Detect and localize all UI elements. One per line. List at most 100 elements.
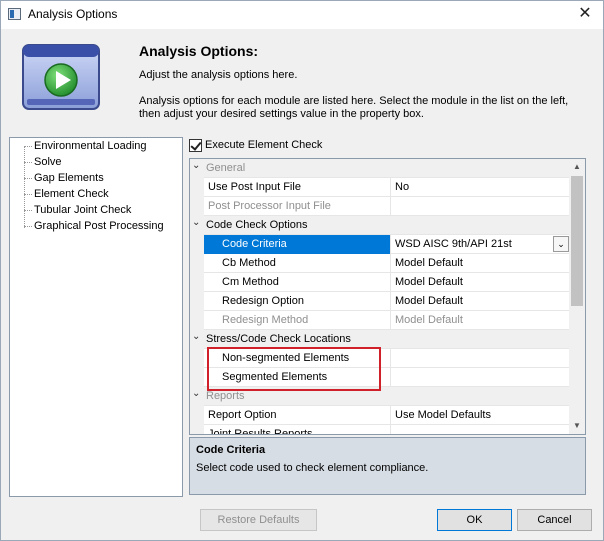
property-value[interactable]	[390, 425, 571, 434]
property-name: Segmented Elements	[222, 371, 328, 383]
grid-property-row[interactable]: Cm Method Model Default	[190, 273, 571, 292]
banner-subtitle: Adjust the analysis options here.	[139, 69, 298, 81]
header-banner: Analysis Options: Adjust the analysis op…	[9, 35, 595, 129]
help-text: Select code used to check element compli…	[196, 462, 429, 474]
help-panel: Code Criteria Select code used to check …	[189, 437, 586, 495]
property-name: Post Processor Input File	[208, 200, 331, 212]
tree-connector	[24, 162, 32, 163]
grid-property-row[interactable]: Report Option Use Model Defaults	[190, 406, 571, 425]
scroll-thumb[interactable]	[571, 176, 583, 306]
analysis-options-dialog: Analysis Options ✕ Analysis Options: Adj…	[0, 0, 604, 541]
row-gutter: ⌄	[190, 216, 204, 235]
property-value-text: Use Model Defaults	[395, 409, 491, 421]
grid-property-row[interactable]: Cb Method Model Default	[190, 254, 571, 273]
row-gutter	[190, 425, 204, 434]
cancel-button[interactable]: Cancel	[517, 509, 592, 531]
property-value-text: No	[395, 181, 410, 193]
row-gutter	[190, 197, 204, 216]
category-label: Stress/Code Check Locations	[206, 333, 351, 345]
scroll-down-icon[interactable]: ▼	[569, 418, 585, 434]
property-name: Use Post Input File	[208, 181, 301, 193]
row-gutter	[190, 235, 204, 254]
execute-element-check-checkbox[interactable]	[189, 139, 202, 152]
property-grid-scrollbar[interactable]: ▲ ▼	[569, 159, 585, 434]
property-value-text: Model Default	[395, 257, 463, 269]
play-window-icon	[22, 44, 100, 110]
grid-property-row[interactable]: Code Criteria WSD AISC 9th/API 21st ⌄	[190, 235, 571, 254]
category-label: Reports	[206, 390, 245, 402]
property-value[interactable]: Model Default	[390, 311, 571, 330]
banner-description: Analysis options for each module are lis…	[139, 95, 569, 120]
banner-title: Analysis Options:	[139, 43, 259, 59]
tree-connector	[24, 178, 32, 179]
property-value[interactable]: Use Model Defaults	[390, 406, 571, 425]
property-value-text: Model Default	[395, 276, 463, 288]
property-value[interactable]	[390, 368, 571, 387]
property-name: Redesign Option	[222, 295, 304, 307]
category-label: Code Check Options	[206, 219, 308, 231]
module-tree[interactable]: Environmental Loading Solve Gap Elements…	[9, 137, 183, 497]
title-bar: Analysis Options ✕	[1, 1, 603, 29]
property-value[interactable]: WSD AISC 9th/API 21st ⌄	[390, 235, 571, 254]
property-value[interactable]: Model Default	[390, 292, 571, 311]
row-gutter	[190, 368, 204, 387]
row-gutter	[190, 311, 204, 330]
property-name: Joint Results Reports	[208, 428, 313, 435]
property-value-text: Model Default	[395, 295, 463, 307]
grid-property-row[interactable]: Post Processor Input File	[190, 197, 571, 216]
chevron-down-icon[interactable]: ⌄	[192, 388, 200, 399]
property-name: Non-segmented Elements	[222, 352, 350, 364]
grid-category-row[interactable]: ⌄ Stress/Code Check Locations	[190, 330, 571, 349]
chevron-down-icon[interactable]: ⌄	[553, 236, 569, 252]
grid-property-row[interactable]: Non-segmented Elements	[190, 349, 571, 368]
property-name: Cm Method	[222, 276, 279, 288]
restore-defaults-button[interactable]: Restore Defaults	[200, 509, 317, 531]
tree-item-graphical-post-processing[interactable]: Graphical Post Processing	[34, 220, 164, 232]
grid-category-row[interactable]: ⌄ Reports	[190, 387, 571, 406]
property-value[interactable]	[390, 349, 571, 368]
row-gutter: ⌄	[190, 387, 204, 406]
tree-connector	[24, 226, 32, 227]
grid-property-row[interactable]: Segmented Elements	[190, 368, 571, 387]
property-value-text: WSD AISC 9th/API 21st	[395, 238, 512, 250]
row-gutter	[190, 273, 204, 292]
grid-property-row[interactable]: Joint Results Reports	[190, 425, 571, 435]
chevron-down-icon[interactable]: ⌄	[192, 217, 200, 228]
tree-item-environmental-loading[interactable]: Environmental Loading	[34, 140, 147, 152]
grid-category-row[interactable]: ⌄ Code Check Options	[190, 216, 571, 235]
close-icon[interactable]: ✕	[573, 3, 597, 25]
grid-property-row[interactable]: Use Post Input File No	[190, 178, 571, 197]
tree-item-solve[interactable]: Solve	[34, 156, 62, 168]
app-icon	[8, 8, 21, 20]
tree-item-gap-elements[interactable]: Gap Elements	[34, 172, 104, 184]
property-value-text: Model Default	[395, 314, 463, 326]
scroll-up-icon[interactable]: ▲	[569, 159, 585, 175]
grid-property-row[interactable]: Redesign Option Model Default	[190, 292, 571, 311]
tree-item-tubular-joint-check[interactable]: Tubular Joint Check	[34, 204, 131, 216]
chevron-down-icon[interactable]: ⌄	[192, 331, 200, 342]
chevron-down-icon[interactable]: ⌄	[192, 160, 200, 171]
grid-property-row[interactable]: Redesign Method Model Default	[190, 311, 571, 330]
property-value[interactable]	[390, 197, 571, 216]
property-grid[interactable]: ⌄ General Use Post Input File No Post Proces…	[189, 158, 586, 435]
tree-item-element-check[interactable]: Element Check	[34, 188, 109, 200]
tree-connector	[24, 146, 25, 228]
tree-connector	[24, 146, 32, 147]
window-title: Analysis Options	[28, 7, 118, 21]
property-value[interactable]: Model Default	[390, 254, 571, 273]
row-gutter	[190, 254, 204, 273]
row-gutter	[190, 178, 204, 197]
ok-button[interactable]: OK	[437, 509, 512, 531]
property-name: Redesign Method	[222, 314, 309, 326]
execute-element-check-label: Execute Element Check	[205, 139, 323, 151]
row-gutter	[190, 349, 204, 368]
grid-category-row[interactable]: ⌄ General	[190, 159, 571, 178]
property-value[interactable]: Model Default	[390, 273, 571, 292]
tree-connector	[24, 210, 32, 211]
property-name: Code Criteria	[222, 238, 287, 250]
row-gutter	[190, 292, 204, 311]
property-value[interactable]: No	[390, 178, 571, 197]
tree-connector	[24, 194, 32, 195]
row-gutter	[190, 406, 204, 425]
category-label: General	[206, 162, 246, 174]
